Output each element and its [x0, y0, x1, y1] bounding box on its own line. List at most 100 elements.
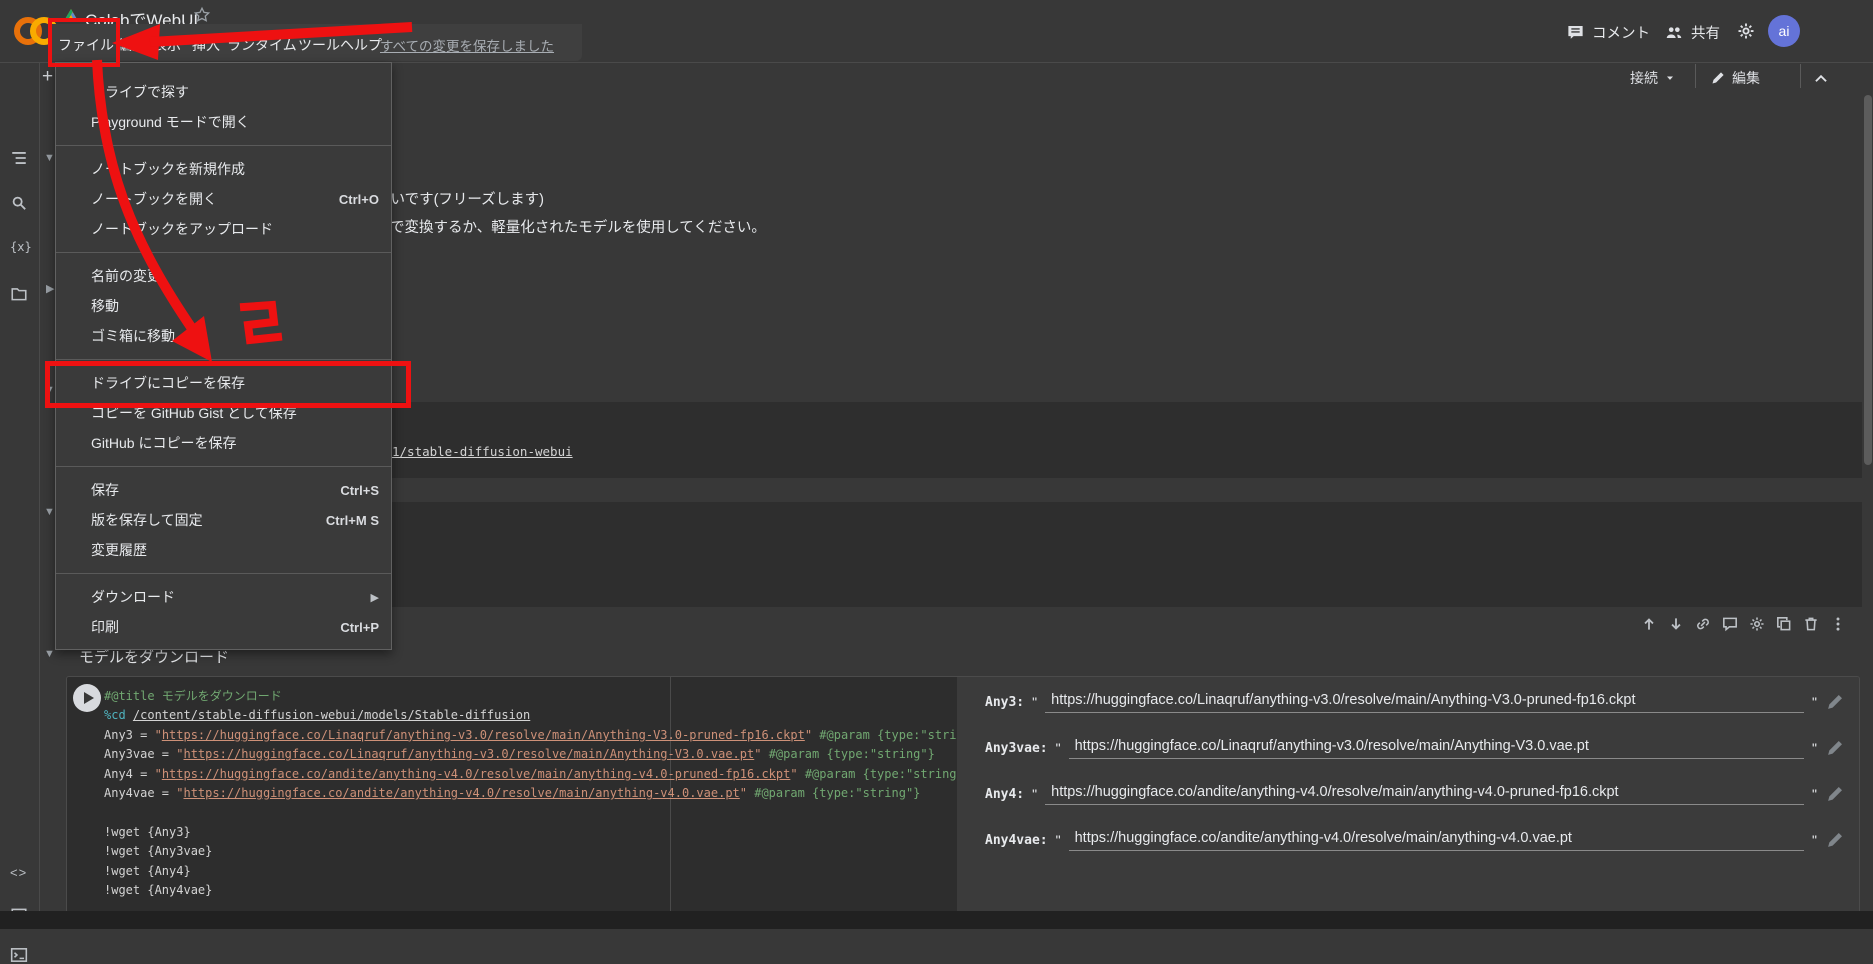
file-menu-item[interactable]: 移動 [56, 291, 391, 321]
add-code-cell-button[interactable]: + [42, 66, 53, 88]
menu-divider [56, 466, 391, 467]
share-button[interactable]: 共有 [1664, 22, 1720, 43]
collapse-arrow[interactable]: ▼ [44, 152, 55, 164]
connect-button[interactable]: 接続 [1630, 68, 1676, 88]
file-menu-item[interactable]: ドライブで探す [56, 77, 391, 107]
save-status[interactable]: すべての変更を保存しました [380, 35, 554, 55]
app-header: ColabでWebUI ファイル編集表示挿入ランタイムツールヘルプ すべての変更… [0, 0, 1873, 63]
quote-mark: " [1812, 694, 1817, 710]
pencil-icon[interactable] [1825, 784, 1845, 804]
param-label: Any4vae: [985, 833, 1048, 848]
file-menu-item[interactable]: ノートブックを新規作成 [56, 154, 391, 184]
file-menu-item-label: 保存 [91, 480, 340, 500]
markdown-text-line: で変換するか、軽量化されたモデルを使用してください。 [390, 216, 766, 237]
comment-icon[interactable] [1721, 615, 1739, 633]
connect-label: 接続 [1630, 68, 1658, 88]
menubar-item-5[interactable]: ランタイム [221, 31, 303, 59]
file-menu-item-label: ノートブックを開く [91, 189, 339, 209]
param-input[interactable] [1045, 692, 1804, 713]
code-cell: #@title モデルをダウンロード%cd /content/stable-di… [66, 676, 1860, 913]
code-line: !wget {Any3vae} [104, 842, 957, 861]
comments-button[interactable]: コメント [1566, 22, 1650, 43]
file-menu-item-label: ノートブックを新規作成 [91, 159, 379, 179]
menu-divider [56, 145, 391, 146]
caret-down-icon [1664, 72, 1676, 84]
pencil-icon[interactable] [1825, 738, 1845, 758]
run-cell-button[interactable] [73, 684, 101, 712]
terminal-icon[interactable] [10, 946, 28, 964]
submenu-arrow-icon: ▶ [371, 591, 379, 604]
variables-icon[interactable]: {x} [10, 240, 32, 254]
avatar[interactable]: ai [1768, 15, 1800, 47]
quote-mark: " [1812, 832, 1817, 848]
pencil-icon[interactable] [1825, 692, 1845, 712]
param-input[interactable] [1069, 738, 1804, 759]
code-snippets-icon[interactable]: <> [10, 865, 27, 880]
more-vert-icon[interactable] [1829, 615, 1847, 633]
comment-bubble-icon [1566, 23, 1585, 42]
file-menu-item[interactable]: GitHub にコピーを保存 [56, 428, 391, 458]
code-line: !wget {Any4} [104, 862, 957, 881]
copy-cell-icon[interactable] [1775, 615, 1793, 633]
file-menu-item[interactable]: 版を保存して固定Ctrl+M S [56, 505, 391, 535]
code-line: Any3vae = "https://huggingface.co/Linaqr… [104, 745, 957, 764]
move-up-icon[interactable] [1640, 615, 1658, 633]
menubar-item-4[interactable]: 挿入 [186, 31, 226, 59]
collapse-arrow[interactable]: ▼ [44, 648, 55, 660]
star-outline-icon[interactable] [193, 6, 211, 24]
file-menu-item-label: 移動 [91, 296, 379, 316]
gear-icon[interactable] [1736, 21, 1756, 41]
move-down-icon[interactable] [1667, 615, 1685, 633]
share-label: 共有 [1691, 22, 1720, 43]
link-icon[interactable] [1694, 615, 1712, 633]
bottom-status-bar [0, 911, 1873, 929]
file-menu-item[interactable]: ダウンロード▶ [56, 582, 391, 612]
edit-mode-label: 編集 [1732, 68, 1760, 88]
collapse-arrow[interactable]: ▶ [46, 282, 54, 295]
file-menu-item[interactable]: 名前の変更 [56, 261, 391, 291]
delete-cell-icon[interactable] [1802, 615, 1820, 633]
code-line: #@title モデルをダウンロード [104, 687, 957, 706]
menu-shortcut: Ctrl+S [340, 483, 379, 498]
param-form-row: Any4vae:"" [957, 817, 1859, 863]
code-line: Any4vae = "https://huggingface.co/andite… [104, 784, 957, 803]
code-editor[interactable]: #@title モデルをダウンロード%cd /content/stable-di… [67, 677, 957, 912]
toolbar-divider [1800, 64, 1801, 88]
param-form-row: Any3:"" [957, 679, 1859, 725]
file-menu-item[interactable]: 印刷Ctrl+P [56, 612, 391, 642]
edit-mode-button[interactable]: 編集 [1710, 68, 1760, 88]
chevron-up-icon[interactable] [1812, 70, 1830, 88]
menu-shortcut: Ctrl+P [340, 620, 379, 635]
file-menu-item[interactable]: 変更履歴 [56, 535, 391, 565]
file-menu-item-label: ドライブで探す [91, 82, 379, 102]
param-input[interactable] [1069, 830, 1804, 851]
file-menu-item[interactable]: 保存Ctrl+S [56, 475, 391, 505]
quote-mark: " [1032, 694, 1037, 710]
annotation-box-file-menu [48, 18, 120, 67]
file-menu-item[interactable]: ノートブックをアップロード [56, 214, 391, 244]
search-icon[interactable] [10, 194, 28, 212]
param-form-row: Any4:"" [957, 771, 1859, 817]
vertical-scrollbar[interactable] [1864, 95, 1872, 465]
files-icon[interactable] [10, 285, 28, 303]
file-menu-item-label: ゴミ箱に移動 [91, 326, 379, 346]
cell-settings-icon[interactable] [1748, 615, 1766, 633]
collapse-arrow[interactable]: ▼ [44, 506, 55, 518]
menubar-item-3[interactable]: 表示 [147, 31, 187, 59]
file-menu-item[interactable]: Playground モードで開く [56, 107, 391, 137]
menu-divider [56, 573, 391, 574]
file-menu: ドライブで探すPlayground モードで開くノートブックを新規作成ノートブッ… [55, 62, 392, 650]
repo-link[interactable]: 1/stable-diffusion-webui [392, 444, 573, 459]
pencil-icon[interactable] [1825, 830, 1845, 850]
param-form-row: Any3vae:"" [957, 725, 1859, 771]
form-pane: Any3:""Any3vae:""Any4:""Any4vae:"" [957, 677, 1859, 913]
file-menu-item[interactable]: ノートブックを開くCtrl+O [56, 184, 391, 214]
file-menu-item[interactable]: ゴミ箱に移動 [56, 321, 391, 351]
param-input[interactable] [1045, 784, 1804, 805]
table-of-contents-icon[interactable] [10, 149, 28, 167]
code-line: !wget {Any4vae} [104, 881, 957, 900]
file-menu-item-label: 名前の変更 [91, 266, 379, 286]
file-menu-item-label: 変更履歴 [91, 540, 379, 560]
code-line: Any4 = "https://huggingface.co/andite/an… [104, 765, 957, 784]
people-icon [1664, 24, 1684, 42]
